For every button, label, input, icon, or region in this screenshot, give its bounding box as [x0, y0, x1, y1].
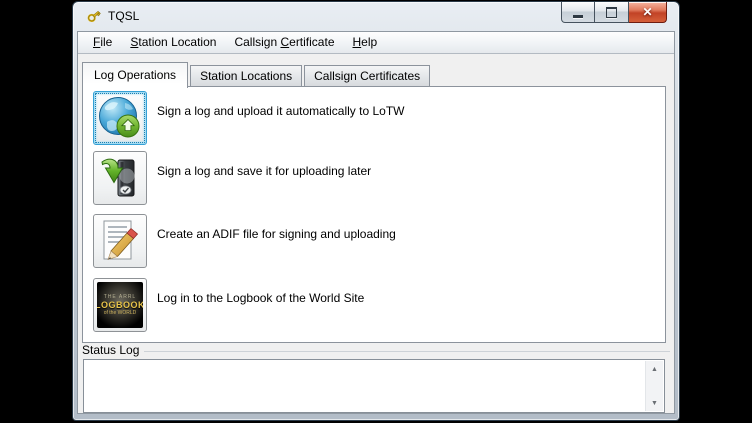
- lotw-login-button[interactable]: THE ARRL LOGBOOK of the WORLD: [93, 278, 147, 332]
- lotw-login-label: Log in to the Logbook of the World Site: [157, 291, 364, 305]
- tqsl-window: TQSL ✕ File Station Location Callsign Ce…: [72, 1, 680, 421]
- log-operations-panel: Sign a log and upload it automatically t…: [82, 86, 666, 343]
- tab-callsign-certificates[interactable]: Callsign Certificates: [304, 65, 430, 87]
- menu-file[interactable]: File: [84, 33, 121, 52]
- menubar: File Station Location Callsign Certifica…: [78, 32, 674, 54]
- status-log-label: Status Log: [82, 343, 139, 357]
- action-create-adif: Create an ADIF file for signing and uplo…: [93, 214, 147, 268]
- close-icon: ✕: [642, 6, 652, 18]
- status-log-header: Status Log: [82, 343, 670, 357]
- lotw-logo-icon: THE ARRL LOGBOOK of the WORLD: [97, 282, 143, 328]
- scroll-down-icon: ▼: [651, 400, 658, 407]
- tab-station-locations[interactable]: Station Locations: [190, 65, 302, 87]
- window-title: TQSL: [108, 9, 139, 23]
- tab-bar: Log Operations Station Locations Callsig…: [82, 62, 432, 87]
- sign-upload-button[interactable]: [93, 91, 147, 145]
- adif-edit-icon: [97, 218, 143, 264]
- titlebar[interactable]: TQSL ✕: [73, 2, 679, 31]
- menu-callsign-certificate[interactable]: Callsign Certificate: [225, 33, 343, 52]
- action-sign-upload: Sign a log and upload it automatically t…: [93, 91, 147, 145]
- scroll-up-button[interactable]: ▲: [646, 361, 663, 377]
- create-adif-button[interactable]: [93, 214, 147, 268]
- action-sign-save: Sign a log and save it for uploading lat…: [93, 151, 147, 205]
- status-log-textarea[interactable]: ▲ ▼: [83, 359, 665, 413]
- key-icon[interactable]: [86, 8, 102, 24]
- status-log-divider: [144, 351, 670, 352]
- sign-upload-label: Sign a log and upload it automatically t…: [157, 104, 404, 118]
- tab-log-operations[interactable]: Log Operations: [82, 62, 188, 88]
- maximize-icon: [606, 7, 617, 18]
- action-lotw-login: THE ARRL LOGBOOK of the WORLD Log in to …: [93, 278, 147, 332]
- sign-save-label: Sign a log and save it for uploading lat…: [157, 164, 371, 178]
- create-adif-label: Create an ADIF file for signing and uplo…: [157, 227, 396, 241]
- status-log-scrollbar[interactable]: ▲ ▼: [645, 361, 663, 411]
- maximize-button[interactable]: [595, 2, 629, 23]
- window-controls: ✕: [561, 2, 667, 23]
- minimize-icon: [573, 15, 583, 18]
- close-button[interactable]: ✕: [629, 2, 667, 23]
- sign-save-button[interactable]: [93, 151, 147, 205]
- menu-help[interactable]: Help: [344, 33, 387, 52]
- minimize-button[interactable]: [561, 2, 595, 23]
- scroll-up-icon: ▲: [651, 366, 658, 373]
- menu-station-location[interactable]: Station Location: [121, 33, 225, 52]
- client-area: File Station Location Callsign Certifica…: [77, 31, 675, 414]
- globe-upload-icon: [97, 95, 143, 141]
- scroll-down-button[interactable]: ▼: [646, 395, 663, 411]
- save-later-icon: [97, 155, 143, 201]
